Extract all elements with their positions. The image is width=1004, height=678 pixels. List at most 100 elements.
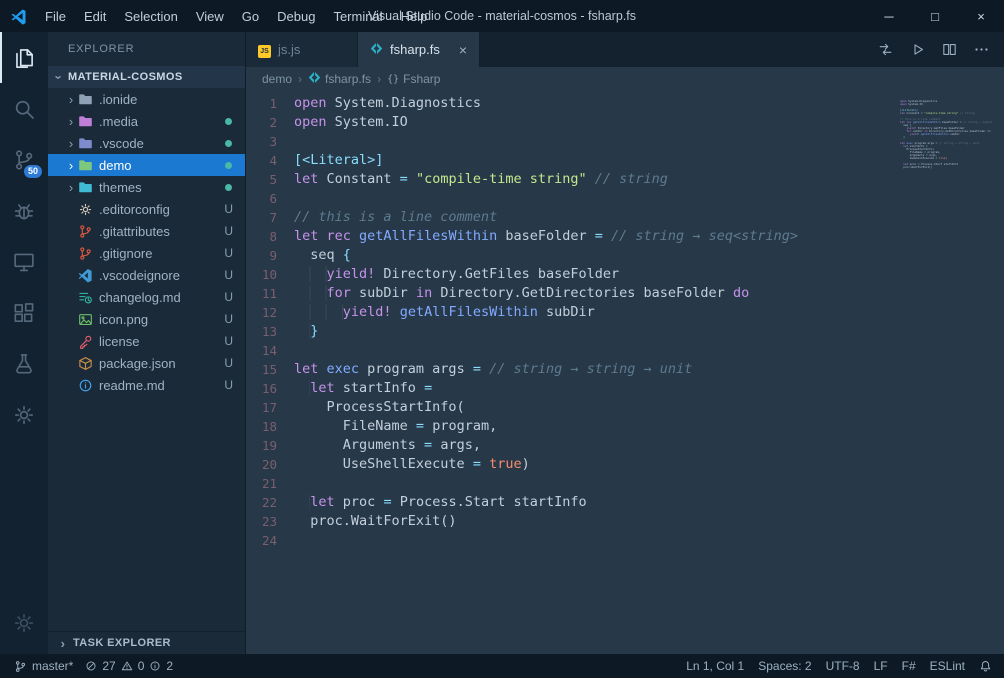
editor-actions (877, 32, 1004, 67)
window-controls: ─ □ × (866, 0, 1004, 32)
minimap[interactable]: open System.Diagnostics open System.IO [<L… (900, 94, 992, 178)
line-content: yield! getAllFilesWithin subDir (294, 303, 1004, 322)
warning-icon (121, 660, 133, 672)
modified-dot (225, 139, 232, 147)
modified-dot (225, 117, 232, 125)
line-content: let rec getAllFilesWithin baseFolder = /… (294, 228, 798, 244)
split-editor-icon[interactable] (941, 41, 958, 58)
tab-js-js[interactable]: JS js.js (246, 32, 358, 67)
line-content: UseShellExecute = true) (294, 456, 530, 472)
line-number: 5 (269, 172, 277, 187)
menu-terminal[interactable]: Terminal (324, 0, 391, 32)
menu-file[interactable]: File (36, 0, 75, 32)
debug-icon[interactable] (0, 185, 48, 236)
tree-item-package-json[interactable]: package.json U (48, 352, 245, 374)
run-code-icon[interactable] (909, 41, 926, 58)
explorer-icon[interactable] (0, 32, 48, 83)
line-content: [<Literal>] (294, 152, 384, 168)
code-line: 24 (246, 531, 1004, 550)
tree-item-demo[interactable]: › demo (48, 154, 245, 176)
close-icon[interactable]: × (459, 42, 467, 58)
tree-item-themes[interactable]: › themes (48, 176, 245, 198)
tree-item-icon-png[interactable]: icon.png U (48, 308, 245, 330)
menu-help[interactable]: Help (392, 0, 437, 32)
line-number: 15 (261, 362, 277, 377)
menu-go[interactable]: Go (233, 0, 268, 32)
manage-icon[interactable] (0, 597, 48, 648)
code-line: 2 open System.IO (246, 113, 1004, 132)
line-content (294, 189, 1004, 208)
vscode-icon (78, 268, 99, 283)
breadcrumb-fsharp-fs[interactable]: fsharp.fs (308, 71, 371, 87)
tree-item-gitignore[interactable]: .gitignore U (48, 242, 245, 264)
code-line: 14 (246, 341, 1004, 360)
status-label: Ln 1, Col 1 (686, 659, 745, 673)
problem-count: 2 (166, 659, 174, 673)
item-label: icon.png (99, 311, 149, 327)
open-changes-icon[interactable] (877, 41, 894, 58)
more-actions-icon[interactable] (973, 41, 990, 58)
tab-fsharp-fs[interactable]: fsharp.fs × (358, 32, 481, 67)
code-line: 6 (246, 189, 1004, 208)
menu-edit[interactable]: Edit (75, 0, 115, 32)
breadcrumb-demo[interactable]: demo (262, 72, 292, 86)
eslint[interactable]: ESLint (930, 659, 965, 673)
tree-item-vscode[interactable]: › .vscode (48, 132, 245, 154)
tree-item-vscodeignore[interactable]: .vscodeignore U (48, 264, 245, 286)
git-branch[interactable]: master* (14, 659, 73, 673)
tree-item-media[interactable]: › .media (48, 110, 245, 132)
git-status-badge: U (224, 378, 233, 392)
menu-debug[interactable]: Debug (268, 0, 324, 32)
code-line: 3 (246, 132, 1004, 151)
root-folder-label: MATERIAL-COSMOS (68, 71, 183, 83)
line-number: 2 (269, 115, 277, 130)
search-icon[interactable] (0, 83, 48, 134)
git-icon (78, 246, 99, 261)
breadcrumb-fsharp[interactable]: {} Fsharp (387, 72, 440, 86)
cursor-position[interactable]: Ln 1, Col 1 (686, 659, 744, 673)
language-mode[interactable]: F# (902, 659, 916, 673)
indentation[interactable]: Spaces: 2 (758, 659, 811, 673)
problem-count: 27 (102, 659, 116, 673)
git-status-badge: U (224, 356, 233, 370)
tree-item-ionide[interactable]: › .ionide (48, 88, 245, 110)
code-line: 19 Arguments = args, (246, 436, 1004, 455)
task-explorer-section[interactable]: › TASK EXPLORER (48, 631, 245, 654)
tree-item-editorconfig[interactable]: .editorconfig U (48, 198, 245, 220)
test-explorer-icon[interactable] (0, 338, 48, 389)
line-content: seq { (294, 247, 351, 263)
eol[interactable]: LF (874, 659, 888, 673)
tree-item-changelog-md[interactable]: changelog.md U (48, 286, 245, 308)
close-button[interactable]: × (958, 0, 1004, 32)
status-right: Ln 1, Col 1 Spaces: 2 UTF-8 LF F# ESLint (686, 659, 992, 673)
code-line: 10 yield! Directory.GetFiles baseFolder (246, 265, 1004, 284)
line-content: proc.WaitForExit() (294, 513, 457, 529)
breadcrumb-separator: › (377, 72, 382, 86)
fsharp-icon (308, 71, 321, 87)
source-control-icon[interactable]: 50 (0, 134, 48, 185)
status-bar: master* 27 0 2 Ln 1, Col 1 Spaces: 2 UTF-8 LF F… (0, 654, 1004, 678)
tab-bar-tabs: JS js.js fsharp.fs × (246, 32, 481, 67)
gearfile-icon (78, 202, 99, 217)
tree-item-readme-md[interactable]: readme.md U (48, 374, 245, 396)
menu-selection[interactable]: Selection (115, 0, 186, 32)
line-number: 24 (261, 533, 277, 548)
remote-explorer-icon[interactable] (0, 236, 48, 287)
code-editor[interactable]: 1 open System.Diagnostics 2 open System.IO 3… (246, 91, 1004, 654)
root-folder[interactable]: › MATERIAL-COSMOS (48, 66, 245, 88)
code-line: 16 let startInfo = (246, 379, 1004, 398)
line-number: 10 (261, 267, 277, 282)
tree-item-license[interactable]: license U (48, 330, 245, 352)
encoding[interactable]: UTF-8 (826, 659, 860, 673)
menu-view[interactable]: View (187, 0, 233, 32)
notifications[interactable] (979, 660, 992, 673)
tree-item-gitattributes[interactable]: .gitattributes U (48, 220, 245, 242)
minimize-button[interactable]: ─ (866, 0, 912, 32)
problems[interactable]: 27 0 2 (85, 659, 173, 673)
symbol-namespace-icon: {} (387, 73, 400, 85)
maximize-button[interactable]: □ (912, 0, 958, 32)
code-line: 7 // this is a line comment (246, 208, 1004, 227)
settings-icon[interactable] (0, 389, 48, 440)
extensions-icon[interactable] (0, 287, 48, 338)
